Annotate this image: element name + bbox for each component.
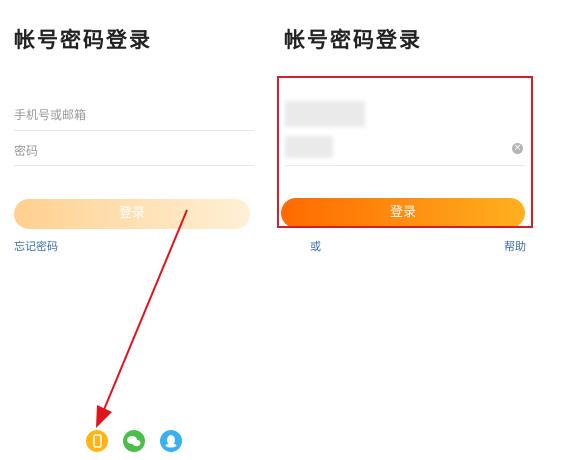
annotation-arrow <box>96 209 188 428</box>
qq-icon <box>165 435 177 448</box>
wechat-icon <box>127 436 141 447</box>
page-title: 帐号密码登录 <box>14 28 152 52</box>
password-divider <box>14 165 254 166</box>
qq-login-button[interactable] <box>160 430 182 452</box>
password-input[interactable]: 密码 <box>14 142 38 159</box>
wechat-login-button[interactable] <box>123 430 145 452</box>
bottom-left-link[interactable]: 或 <box>310 238 321 254</box>
forgot-password-link[interactable]: 忘记密码 <box>14 238 58 254</box>
page-title: 帐号密码登录 <box>284 28 422 52</box>
highlight-frame <box>277 76 533 228</box>
help-link[interactable]: 帮助 <box>504 238 526 254</box>
login-button[interactable]: 登录 <box>14 199 250 229</box>
phone-login-button[interactable] <box>86 430 108 452</box>
account-divider <box>14 130 254 131</box>
account-input[interactable]: 手机号或邮箱 <box>14 106 86 123</box>
phone-icon <box>93 434 102 448</box>
